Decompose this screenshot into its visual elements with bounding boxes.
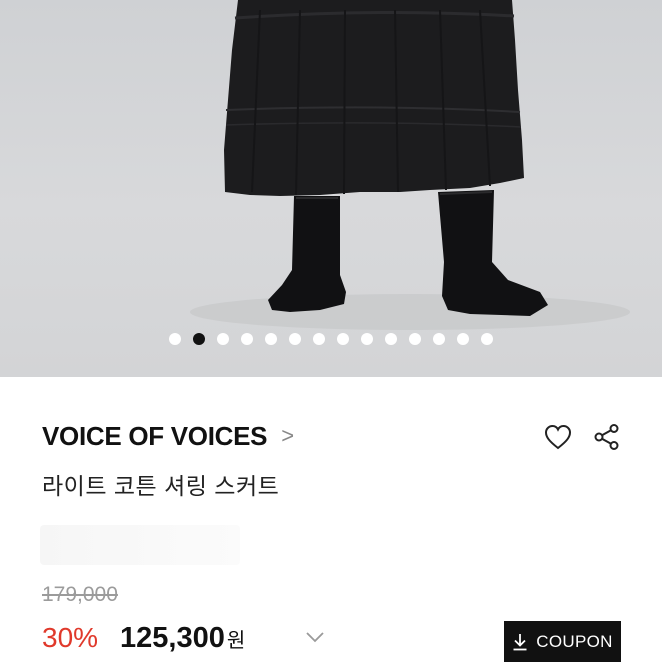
brand-link[interactable]: VOICE OF VOICES > [42, 421, 294, 452]
carousel-dot[interactable] [433, 333, 445, 345]
carousel-dots [0, 333, 662, 345]
loading-placeholder [40, 525, 240, 565]
product-photo [190, 0, 630, 330]
heart-icon[interactable] [542, 421, 574, 453]
sale-price: 125,300 [120, 622, 225, 654]
product-title: 라이트 코튼 셔링 스커트 [42, 473, 280, 499]
price-row: 30% 125,300 원 [42, 622, 245, 655]
carousel-dot[interactable] [217, 333, 229, 345]
original-price: 179,000 [42, 583, 118, 606]
carousel-dot[interactable] [337, 333, 349, 345]
share-icon[interactable] [591, 421, 623, 453]
carousel-dot[interactable] [409, 333, 421, 345]
currency-label: 원 [226, 630, 246, 652]
carousel-dot[interactable] [265, 333, 277, 345]
carousel-dot[interactable] [241, 333, 253, 345]
carousel-dot[interactable] [169, 333, 181, 345]
chevron-right-icon: > [281, 422, 295, 448]
carousel-dot[interactable] [481, 333, 493, 345]
carousel-dot[interactable] [385, 333, 397, 345]
brand-name: VOICE OF VOICES [42, 421, 268, 451]
chevron-down-icon[interactable] [305, 630, 325, 648]
download-icon [513, 633, 527, 650]
carousel-dot[interactable] [193, 333, 205, 345]
carousel-dot[interactable] [289, 333, 301, 345]
coupon-button[interactable]: COUPON [504, 621, 621, 662]
carousel-dot[interactable] [313, 333, 325, 345]
product-image-carousel[interactable] [0, 0, 662, 377]
carousel-dot[interactable] [361, 333, 373, 345]
coupon-label: COUPON [536, 631, 613, 651]
carousel-dot[interactable] [457, 333, 469, 345]
discount-rate: 30% [42, 622, 99, 653]
product-info: VOICE OF VOICES > 라이트 코튼 셔링 스커트 179,000 … [0, 377, 662, 662]
